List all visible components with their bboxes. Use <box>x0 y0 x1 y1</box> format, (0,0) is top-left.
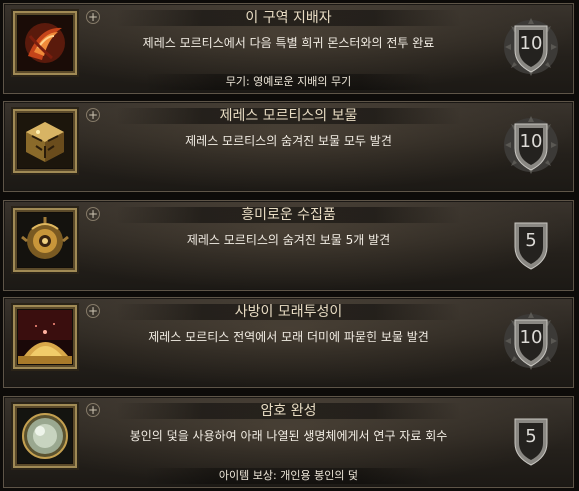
shield-points-badge: 10 <box>503 16 559 78</box>
achievement-points: 10 <box>519 33 543 54</box>
achievement-title: 제레스 모르티스의 보물 <box>219 108 358 124</box>
expand-button[interactable]: + <box>86 108 100 122</box>
achievement-row[interactable]: + 사방이 모래투성이 제레스 모르티스 전역에서 모래 더미에 파묻힌 보물 … <box>3 297 574 388</box>
sealing-trap-orb-icon <box>13 404 77 468</box>
golden-orb-device-icon <box>13 208 77 272</box>
achievement-title: 암호 완성 <box>260 403 317 419</box>
sand-pile-icon <box>13 305 77 369</box>
achievement-description: 제레스 모르티스의 숨겨진 보물 모두 발견 <box>185 134 392 148</box>
golden-cube-icon <box>13 109 77 173</box>
achievement-row[interactable]: + 흥미로운 수집품 제레스 모르티스의 숨겨진 보물 5개 발견 5 <box>3 200 574 291</box>
achievement-points: 10 <box>519 327 543 348</box>
achievement-row[interactable]: + 이 구역 지배자 제레스 모르티스에서 다음 특별 희귀 몬스터와의 전투 … <box>3 3 574 94</box>
blade-swirl-icon <box>13 11 77 75</box>
expand-button[interactable]: + <box>86 304 100 318</box>
shield-points-badge: 10 <box>503 310 559 372</box>
expand-button[interactable]: + <box>86 403 100 417</box>
achievement-description: 제레스 모르티스 전역에서 모래 더미에 파묻힌 보물 발견 <box>148 330 429 344</box>
achievement-points: 5 <box>525 230 537 251</box>
achievement-list: + 이 구역 지배자 제레스 모르티스에서 다음 특별 희귀 몬스터와의 전투 … <box>0 0 579 491</box>
achievement-description: 제레스 모르티스의 숨겨진 보물 5개 발견 <box>186 233 391 247</box>
shield-points-badge: 5 <box>503 213 559 275</box>
achievement-description: 제레스 모르티스에서 다음 특별 희귀 몬스터와의 전투 완료 <box>142 36 435 50</box>
shield-points-badge: 5 <box>503 409 559 471</box>
shield-points-badge: 10 <box>503 114 559 176</box>
achievement-title: 흥미로운 수집품 <box>241 207 336 223</box>
achievement-description: 봉인의 덫을 사용하여 아래 나열된 생명체에게서 연구 자료 회수 <box>129 429 448 443</box>
achievement-points: 5 <box>525 426 537 447</box>
achievement-row[interactable]: + 암호 완성 봉인의 덫을 사용하여 아래 나열된 생명체에게서 연구 자료 … <box>3 396 574 488</box>
achievement-reward: 무기: 영예로운 지배의 무기 <box>225 75 352 88</box>
expand-button[interactable]: + <box>86 207 100 221</box>
expand-button[interactable]: + <box>86 10 100 24</box>
achievement-row[interactable]: + 제레스 모르티스의 보물 제레스 모르티스의 숨겨진 보물 모두 발견 10 <box>3 101 574 192</box>
achievement-title: 사방이 모래투성이 <box>234 304 343 320</box>
achievement-title: 이 구역 지배자 <box>245 10 332 26</box>
achievement-points: 10 <box>519 131 543 152</box>
achievement-reward: 아이템 보상: 개인용 봉인의 덫 <box>218 469 359 482</box>
